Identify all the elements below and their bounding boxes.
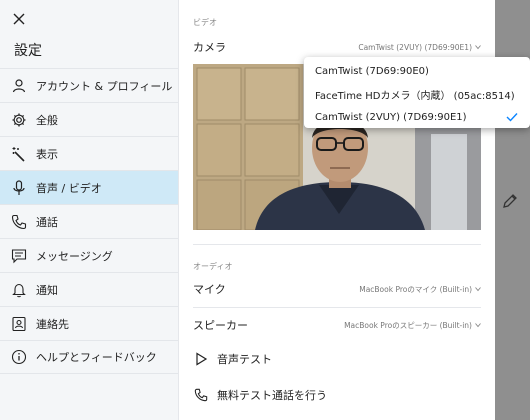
sidebar-item-label: 通知 <box>36 283 58 297</box>
row-divider <box>193 307 481 308</box>
chevron-down-icon <box>475 323 481 328</box>
phone-icon <box>10 213 28 231</box>
sidebar-item-help[interactable]: ヘルプとフィードバック <box>0 340 178 374</box>
sidebar-item-label: ヘルプとフィードバック <box>36 351 157 364</box>
message-icon <box>10 247 28 265</box>
sidebar-item-account[interactable]: アカウント & プロフィール <box>0 68 178 102</box>
settings-sidebar: 設定 アカウント & プロフィール 全般 表示 音声 / ビデオ 通話 メッセー… <box>0 0 179 420</box>
chevron-down-icon <box>475 45 481 50</box>
info-icon <box>10 348 28 366</box>
microphone-row[interactable]: マイク MacBook Proのマイク (Built-in) <box>193 279 481 299</box>
microphone-selected-value: MacBook Proのマイク (Built-in) <box>359 284 472 294</box>
camera-option[interactable]: FaceTime HDカメラ（内蔵） (05ac:8514) <box>304 84 530 105</box>
sidebar-item-calls[interactable]: 通話 <box>0 204 178 238</box>
camera-label: カメラ <box>193 41 226 54</box>
camera-selected-value: CamTwist (2VUY) (7D69:90E1) <box>358 42 472 52</box>
speaker-selected-value: MacBook Proのスピーカー (Built-in) <box>344 320 472 330</box>
bell-icon <box>10 281 28 299</box>
camera-select[interactable]: CamTwist (2VUY) (7D69:90E1) <box>358 43 481 52</box>
sidebar-item-label: 通話 <box>36 215 58 229</box>
person-icon <box>10 77 28 95</box>
video-section-label: ビデオ <box>193 18 217 27</box>
settings-nav: アカウント & プロフィール 全般 表示 音声 / ビデオ 通話 メッセージング… <box>0 68 178 374</box>
speaker-label: スピーカー <box>193 319 248 332</box>
gear-icon <box>10 111 28 129</box>
phone-icon <box>193 387 209 403</box>
audio-section-label: オーディオ <box>193 262 233 271</box>
camera-option-label: CamTwist (2VUY) (7D69:90E1) <box>315 112 467 123</box>
camera-option-label: CamTwist (7D69:90E0) <box>315 66 429 77</box>
sidebar-item-audio-video[interactable]: 音声 / ビデオ <box>0 170 178 204</box>
microphone-icon <box>10 179 28 197</box>
audio-test-button[interactable]: 音声テスト <box>193 348 272 370</box>
camera-option-label: FaceTime HDカメラ（内蔵） (05ac:8514) <box>315 91 515 102</box>
microphone-label: マイク <box>193 283 226 296</box>
free-test-call-button[interactable]: 無料テスト通話を行う <box>193 384 327 406</box>
camera-option-selected[interactable]: CamTwist (2VUY) (7D69:90E1) <box>304 107 530 128</box>
audio-test-label: 音声テスト <box>217 353 272 366</box>
sidebar-item-general[interactable]: 全般 <box>0 102 178 136</box>
play-icon <box>193 351 209 367</box>
sidebar-item-label: 連絡先 <box>36 317 69 331</box>
settings-title: 設定 <box>14 43 42 59</box>
sidebar-item-notifications[interactable]: 通知 <box>0 272 178 306</box>
camera-row[interactable]: カメラ CamTwist (2VUY) (7D69:90E1) <box>193 37 481 57</box>
contacts-icon <box>10 315 28 333</box>
camera-option[interactable]: CamTwist (7D69:90E0) <box>304 61 530 82</box>
camera-dropdown-menu: CamTwist (7D69:90E0) FaceTime HDカメラ（内蔵） … <box>304 57 530 128</box>
free-test-call-label: 無料テスト通話を行う <box>217 389 327 402</box>
microphone-select[interactable]: MacBook Proのマイク (Built-in) <box>359 284 481 295</box>
sidebar-item-label: 全般 <box>36 113 58 127</box>
sidebar-item-display[interactable]: 表示 <box>0 136 178 170</box>
sidebar-item-messaging[interactable]: メッセージング <box>0 238 178 272</box>
sidebar-item-label: アカウント & プロフィール <box>36 79 173 93</box>
sidebar-item-label: 表示 <box>36 147 58 161</box>
sidebar-item-label: メッセージング <box>36 249 113 263</box>
sidebar-item-label: 音声 / ビデオ <box>36 181 102 195</box>
speaker-row[interactable]: スピーカー MacBook Proのスピーカー (Built-in) <box>193 315 481 335</box>
section-divider <box>193 244 481 245</box>
pencil-icon[interactable] <box>501 192 519 210</box>
speaker-select[interactable]: MacBook Proのスピーカー (Built-in) <box>344 320 481 331</box>
magic-wand-icon <box>10 145 28 163</box>
checkmark-icon <box>506 113 518 122</box>
close-button[interactable] <box>10 10 28 28</box>
chevron-down-icon <box>475 287 481 292</box>
close-icon <box>13 13 25 25</box>
sidebar-item-contacts[interactable]: 連絡先 <box>0 306 178 340</box>
